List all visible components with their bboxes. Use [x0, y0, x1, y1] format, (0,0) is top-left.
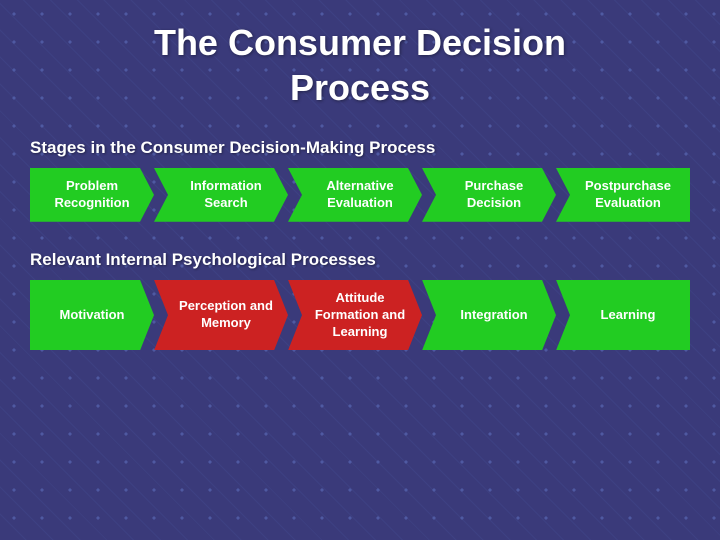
stage-problem-recognition: Problem Recognition — [30, 168, 154, 222]
stage-information-search: Information Search — [154, 168, 288, 222]
title-line1: The Consumer Decision — [154, 22, 566, 63]
stages-arrow-row: Problem Recognition Information Search A… — [30, 168, 690, 222]
stage-postpurchase-evaluation: Postpurchase Evaluation — [556, 168, 690, 222]
psych-section: Relevant Internal Psychological Processe… — [30, 250, 690, 351]
psych-attitude-formation: Attitude Formation and Learning — [288, 280, 422, 351]
title-line2: Process — [290, 67, 430, 108]
psych-learning: Learning — [556, 280, 690, 351]
main-content: The Consumer Decision Process Stages in … — [0, 0, 720, 370]
stages-section-label: Stages in the Consumer Decision-Making P… — [30, 138, 690, 158]
stage-alternative-evaluation: Alternative Evaluation — [288, 168, 422, 222]
psych-arrow-row: Motivation Perception and Memory Attitud… — [30, 280, 690, 351]
psych-integration: Integration — [422, 280, 556, 351]
stage-purchase-decision: Purchase Decision — [422, 168, 556, 222]
psych-section-label: Relevant Internal Psychological Processe… — [30, 250, 690, 270]
page-title: The Consumer Decision Process — [30, 20, 690, 110]
stages-section: Stages in the Consumer Decision-Making P… — [30, 138, 690, 222]
psych-motivation: Motivation — [30, 280, 154, 351]
psych-perception-memory: Perception and Memory — [154, 280, 288, 351]
